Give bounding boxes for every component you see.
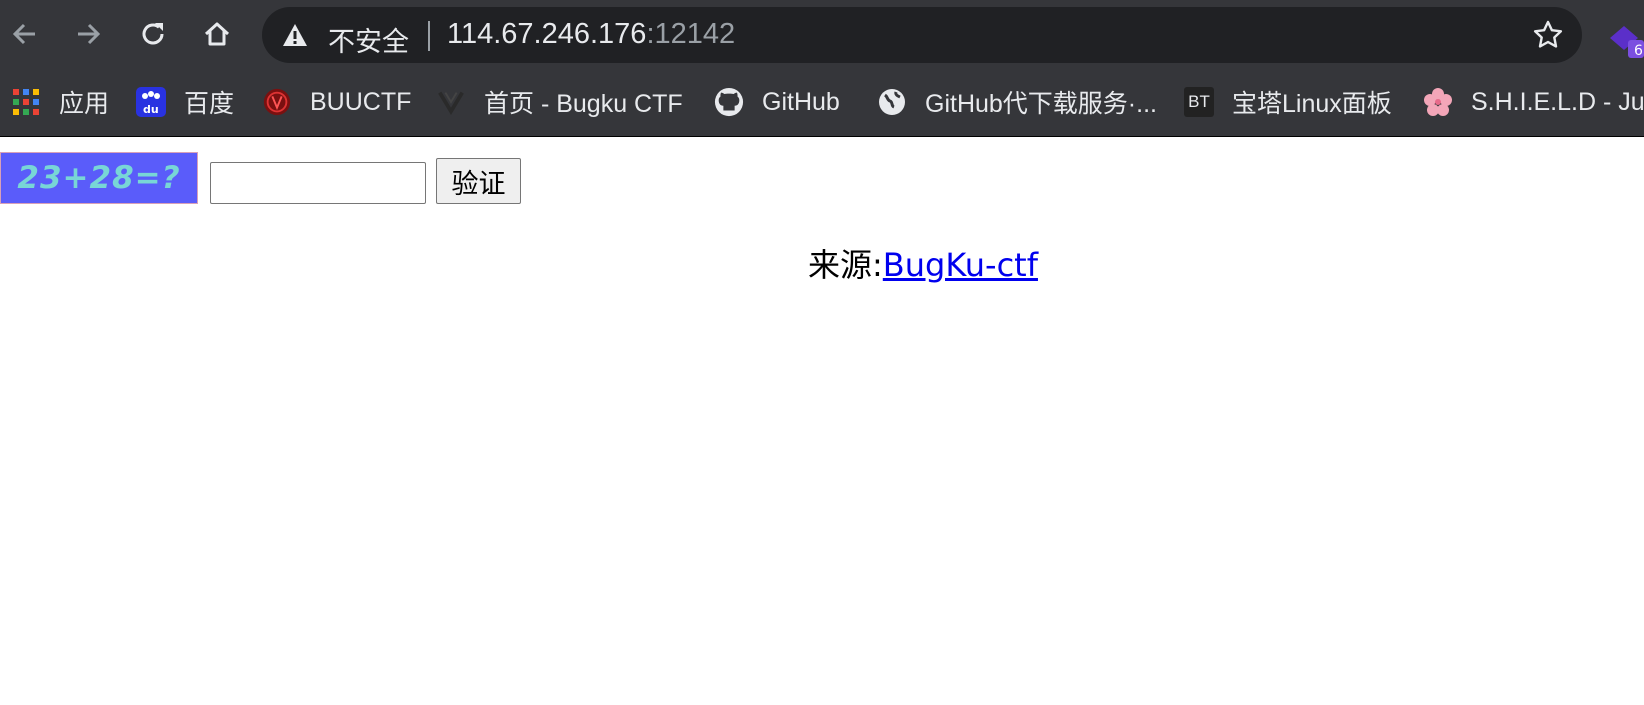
bookmark-github-download[interactable]: GitHub代下载服务·... [877, 82, 1157, 122]
captcha-text: 23+28=? [17, 160, 181, 196]
answer-input[interactable] [210, 162, 426, 204]
address-divider [428, 21, 430, 51]
captcha-image: 23+28=? [0, 152, 198, 204]
source-link[interactable]: BugKu-ctf [883, 246, 1038, 284]
home-icon [204, 22, 230, 46]
home-button[interactable] [197, 14, 237, 54]
baidu-icon: du [136, 87, 166, 117]
bugku-icon [436, 87, 466, 117]
url-text[interactable]: 114.67.246.176:12142 [447, 18, 735, 51]
address-bar[interactable]: 不安全 114.67.246.176:12142 [262, 7, 1582, 63]
github-icon [714, 87, 744, 117]
svg-text:du: du [143, 103, 159, 116]
security-status-label[interactable]: 不安全 [328, 20, 409, 59]
bookmark-label: GitHub代下载服务·... [925, 90, 1157, 118]
url-host: 114.67.246.176 [447, 18, 647, 50]
back-arrow-icon [12, 23, 35, 45]
bookmark-baidu[interactable]: du 百度 [136, 82, 234, 122]
flower-icon [1423, 87, 1453, 117]
bt-icon: BT [1184, 87, 1214, 117]
forward-button[interactable] [68, 14, 108, 54]
bookmark-buuctf[interactable]: BUUCTF [262, 82, 411, 122]
bookmark-label: 宝塔Linux面板 [1232, 90, 1392, 118]
bookmark-apps[interactable]: 应用 [11, 82, 109, 122]
bookmark-label: 应用 [59, 90, 110, 118]
svg-text:6: 6 [1634, 43, 1643, 58]
source-prefix: 来源: [808, 246, 883, 284]
browser-toolbar: 不安全 114.67.246.176:12142 6 [0, 0, 1644, 68]
bookmark-star-icon[interactable] [1532, 19, 1564, 51]
bookmark-github[interactable]: GitHub [714, 82, 840, 122]
bookmark-label: 首页 - Bugku CTF [484, 90, 683, 118]
bookmark-label: S.H.I.E.L.D - Jus [1471, 87, 1644, 116]
reload-button[interactable] [133, 14, 173, 54]
bookmarks-bar: 应用 du 百度 BUUCTF 首页 - Bugku CTF GitHub Gi… [0, 68, 1644, 137]
bookmark-shield[interactable]: S.H.I.E.L.D - Jus [1423, 82, 1644, 122]
buuctf-icon [262, 87, 292, 117]
reload-icon [142, 23, 164, 45]
extension-icon[interactable]: 6 [1606, 18, 1644, 59]
bookmark-bugku[interactable]: 首页 - Bugku CTF [436, 82, 683, 122]
url-port: :12142 [646, 18, 736, 50]
bookmark-label: GitHub [762, 87, 840, 116]
forward-arrow-icon [78, 23, 101, 45]
back-button[interactable] [5, 14, 45, 54]
bookmark-bt-panel[interactable]: BT 宝塔Linux面板 [1184, 82, 1392, 122]
warning-icon[interactable] [282, 23, 308, 47]
source-line: 来源:BugKu-ctf [808, 240, 1038, 286]
apps-grid-icon [11, 87, 41, 117]
verify-button[interactable]: 验证 [436, 158, 521, 204]
bookmark-label: BUUCTF [310, 87, 412, 116]
bookmark-label: 百度 [184, 90, 235, 118]
globe-icon [877, 87, 907, 117]
